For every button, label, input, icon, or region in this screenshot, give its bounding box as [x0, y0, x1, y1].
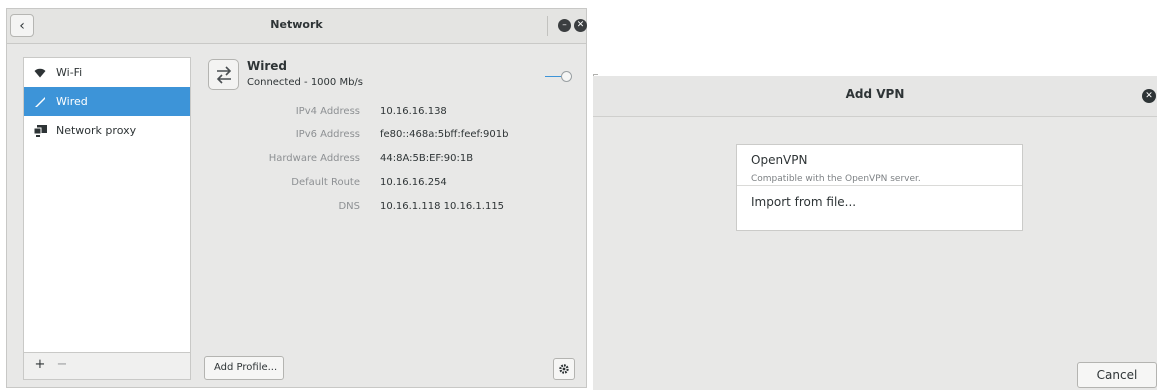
property-value: 44:8A:5B:EF:90:1B [380, 153, 474, 164]
sidebar-item-label: Network proxy [56, 124, 137, 137]
property-row-ipv4: IPv4 Address 10.16.16.138 [197, 106, 567, 120]
property-row-hardware: Hardware Address 44:8A:5B:EF:90:1B [197, 153, 567, 167]
sidebar-item-wired[interactable]: Wired [24, 87, 190, 116]
property-label: Default Route [291, 177, 360, 188]
add-vpn-dialog: Add VPN ✕ OpenVPN Compatible with the Op… [593, 76, 1157, 390]
property-row-dns: DNS 10.16.1.118 10.16.1.115 [197, 201, 567, 215]
remove-connection-button[interactable]: − [51, 356, 73, 376]
sidebar: Wi-Fi Wired Network proxy [23, 57, 191, 353]
gear-icon [558, 360, 570, 379]
sidebar-item-label: Wi-Fi [56, 66, 83, 79]
wired-icon [33, 95, 47, 109]
property-label: IPv4 Address [295, 106, 360, 117]
property-label: DNS [338, 201, 360, 212]
cancel-button[interactable]: Cancel [1077, 362, 1157, 388]
vpn-option-name: OpenVPN [751, 153, 808, 167]
plus-icon: + [34, 357, 46, 372]
property-label: Hardware Address [268, 153, 360, 164]
connection-toggle[interactable] [545, 70, 575, 84]
property-value: 10.16.16.138 [380, 106, 447, 117]
property-value: fe80::468a:5bff:feef:901b [380, 129, 509, 140]
wifi-icon [33, 66, 47, 80]
vpn-option-import[interactable]: Import from file... [737, 186, 1022, 231]
wired-connection-icon [208, 59, 239, 90]
dialog-title: Add VPN [845, 87, 905, 101]
minimize-icon: – [562, 20, 567, 30]
toggle-knob [561, 71, 572, 82]
network-window: ‹ Network – ✕ Wi-Fi Wired Network proxy … [6, 8, 587, 388]
vpn-option-description: Compatible with the OpenVPN server. [751, 174, 921, 184]
add-profile-button[interactable]: Add Profile... [204, 356, 284, 380]
close-icon: ✕ [1145, 91, 1153, 101]
close-icon: ✕ [576, 20, 585, 30]
titlebar-separator [547, 16, 548, 36]
property-row-ipv6: IPv6 Address fe80::468a:5bff:feef:901b [197, 129, 567, 143]
connection-name: Wired [247, 59, 287, 73]
settings-button[interactable] [553, 358, 575, 380]
sidebar-item-wifi[interactable]: Wi-Fi [24, 58, 190, 87]
sidebar-item-network-proxy[interactable]: Network proxy [24, 116, 190, 145]
connection-status: Connected - 1000 Mb/s [247, 77, 363, 88]
vpn-option-name: Import from file... [751, 195, 857, 209]
vpn-type-list: OpenVPN Compatible with the OpenVPN serv… [736, 144, 1023, 231]
property-value: 10.16.16.254 [380, 177, 447, 188]
minimize-button[interactable]: – [558, 19, 571, 32]
window-title: Network [270, 18, 323, 31]
property-value: 10.16.1.118 10.16.1.115 [380, 201, 505, 212]
minus-icon: − [56, 357, 68, 372]
dialog-close-button[interactable]: ✕ [1142, 89, 1156, 103]
sidebar-footer: + − [23, 353, 191, 380]
add-connection-button[interactable]: + [29, 356, 51, 376]
property-row-route: Default Route 10.16.16.254 [197, 177, 567, 191]
close-button[interactable]: ✕ [574, 19, 587, 32]
property-label: IPv6 Address [295, 129, 360, 140]
network-proxy-icon [33, 124, 47, 138]
vpn-option-openvpn[interactable]: OpenVPN Compatible with the OpenVPN serv… [737, 145, 1022, 186]
titlebar: ‹ Network – ✕ [7, 9, 587, 44]
sidebar-item-label: Wired [56, 95, 88, 108]
dialog-header: Add VPN ✕ [593, 76, 1157, 117]
